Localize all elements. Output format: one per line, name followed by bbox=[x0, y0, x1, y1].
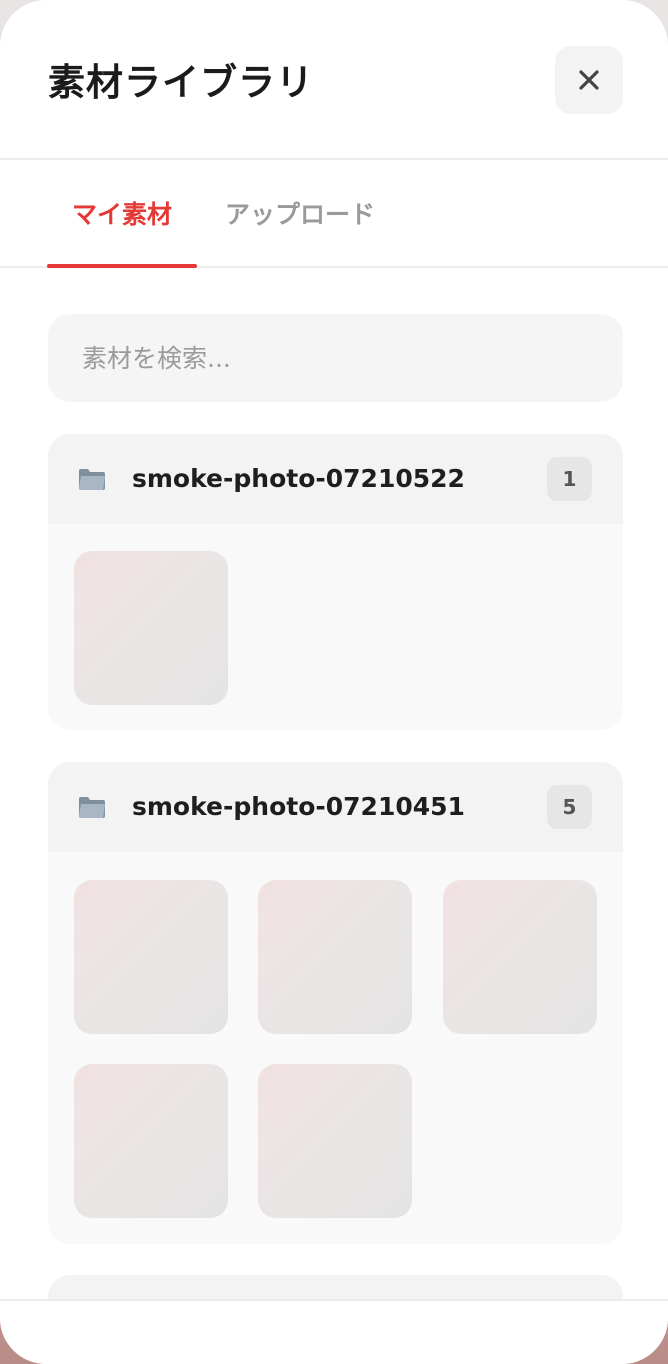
folder-group-header[interactable]: smoke-photo-07210522 1 bbox=[48, 434, 623, 524]
search-input[interactable] bbox=[48, 314, 623, 402]
count-badge: 1 bbox=[547, 457, 592, 501]
material-thumbnail[interactable] bbox=[443, 880, 597, 1034]
material-thumbnail[interactable] bbox=[74, 1064, 228, 1218]
tab-bar: マイ素材 アップロード bbox=[0, 160, 668, 268]
folder-group: smoke-photo-07210522 1 bbox=[48, 434, 623, 730]
material-thumbnail[interactable] bbox=[258, 1064, 412, 1218]
material-thumbnail[interactable] bbox=[74, 551, 228, 705]
material-thumbnail[interactable] bbox=[74, 880, 228, 1034]
folder-name: smoke-photo-07210522 bbox=[132, 464, 465, 493]
folder-icon bbox=[79, 469, 105, 490]
material-library-modal: 素材ライブラリ マイ素材 アップロード smoke-photo-07210522… bbox=[0, 0, 668, 1364]
modal-header: 素材ライブラリ bbox=[0, 0, 668, 160]
folder-group-header[interactable]: smoke-photo-07210451 5 bbox=[48, 762, 623, 852]
close-button[interactable] bbox=[555, 46, 623, 114]
modal-footer bbox=[0, 1299, 668, 1364]
folder-name: smoke-photo-07210451 bbox=[132, 792, 465, 821]
close-icon bbox=[579, 70, 599, 90]
count-badge: 5 bbox=[547, 785, 592, 829]
folder-icon bbox=[79, 797, 105, 818]
folder-group: smoke-photo-07210451 5 bbox=[48, 762, 623, 1244]
tab-my-materials[interactable]: マイ素材 bbox=[47, 160, 197, 268]
modal-title: 素材ライブラリ bbox=[48, 61, 314, 104]
material-thumbnail[interactable] bbox=[258, 880, 412, 1034]
tab-upload[interactable]: アップロード bbox=[205, 160, 395, 266]
